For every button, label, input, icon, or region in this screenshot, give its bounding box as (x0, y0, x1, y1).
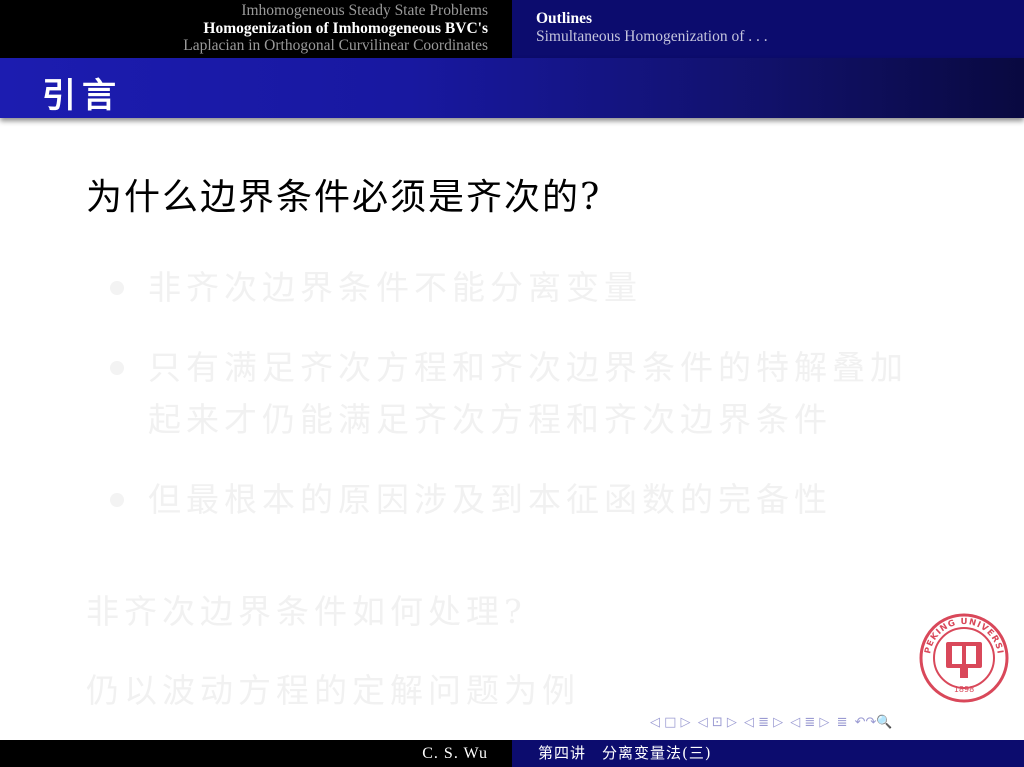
second-question: 非齐次边界条件如何处理? (86, 592, 527, 631)
subsection-link-outlines[interactable]: Outlines (536, 10, 1024, 28)
subsection-link-simultaneous[interactable]: Simultaneous Homogenization of . . . (536, 28, 1024, 46)
subsection-nav-icon[interactable]: ◁ ⊡ ▷ (698, 715, 737, 730)
footer-author-box: C. S. Wu (0, 740, 512, 767)
frame-title-bar: 引言 (0, 58, 1024, 118)
frame-title: 引言 (42, 76, 122, 116)
frame-nav-icon[interactable]: ◁ □ ▷ (650, 715, 691, 730)
bullet-text: 非齐次边界条件不能分离变量 (148, 268, 642, 307)
bullet-text: 只有满足齐次方程和齐次边界条件的特解叠加起来才仍能满足齐次方程和齐次边界条件 (148, 348, 908, 439)
section-link-laplacian[interactable]: Laplacian in Orthogonal Curvilinear Coor… (0, 37, 488, 55)
section-link-steady-state[interactable]: Imhomogeneous Steady State Problems (0, 2, 488, 20)
bullet-dot-icon (110, 493, 124, 507)
subsection-navigation: Outlines Simultaneous Homogenization of … (512, 0, 1024, 58)
university-seal-logo: PEKING UNIVERSITY 1898 (913, 605, 1010, 704)
bullet-dot-icon (110, 281, 124, 295)
bullet-item: 非齐次边界条件不能分离变量 (110, 262, 940, 314)
section-link-homogenization[interactable]: Homogenization of Imhomogeneous BVC's (0, 20, 488, 38)
main-question: 为什么边界条件必须是齐次的? (86, 177, 602, 218)
beamer-navigation-symbols: ◁ □ ▷ ◁ ⊡ ▷ ◁ ≣ ▷ ◁ ≣ ▷ ≣ ↶↷🔍 (650, 715, 896, 735)
footer-author: C. S. Wu (422, 745, 488, 762)
section-next-nav-icon[interactable]: ◁ ≣ ▷ (790, 715, 829, 730)
bullet-item: 但最根本的原因涉及到本征函数的完备性 (110, 474, 940, 526)
section-navigation: Imhomogeneous Steady State Problems Homo… (0, 0, 512, 58)
bullet-text: 但最根本的原因涉及到本征函数的完备性 (148, 480, 832, 519)
align-icon[interactable]: ≣ (837, 715, 848, 730)
third-question: 仍以波动方程的定解问题为例 (86, 671, 580, 710)
footer-title-box: 第四讲 分离变量法(三) (512, 740, 1024, 767)
footer-lecture-title: 第四讲 分离变量法(三) (538, 744, 712, 762)
svg-text:1898: 1898 (954, 685, 974, 694)
bullet-list: 非齐次边界条件不能分离变量 只有满足齐次方程和齐次边界条件的特解叠加起来才仍能满… (110, 262, 940, 554)
bullet-dot-icon (110, 361, 124, 375)
section-prev-nav-icon[interactable]: ◁ ≣ ▷ (744, 715, 783, 730)
search-icon[interactable]: ↶↷🔍 (855, 715, 893, 730)
bullet-item: 只有满足齐次方程和齐次边界条件的特解叠加起来才仍能满足齐次方程和齐次边界条件 (110, 342, 940, 446)
header-bar: Imhomogeneous Steady State Problems Homo… (0, 0, 1024, 58)
